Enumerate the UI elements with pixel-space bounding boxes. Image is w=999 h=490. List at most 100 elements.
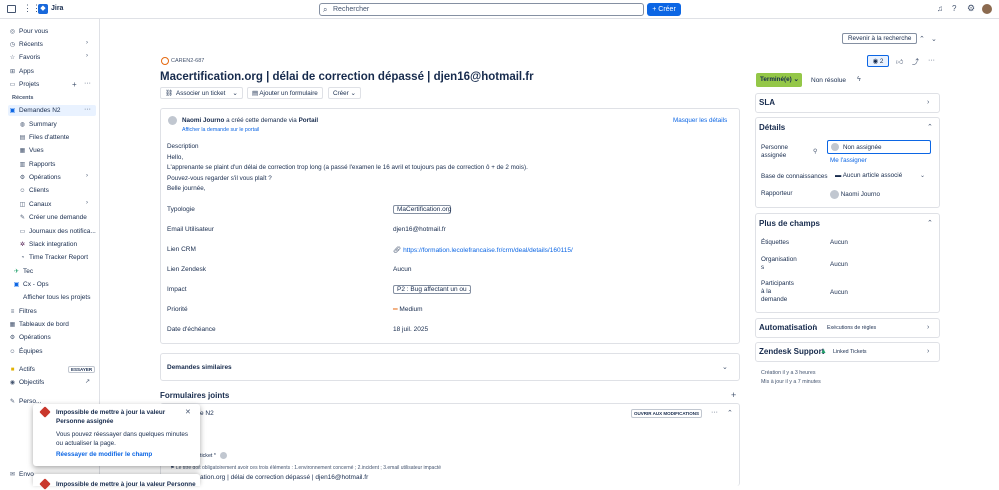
chevron-down-icon[interactable]: ⌄ bbox=[722, 363, 728, 371]
more-fields-title[interactable]: Plus de champs bbox=[759, 219, 820, 228]
kb-field[interactable]: ▬ Aucun article associé bbox=[835, 172, 902, 179]
create-button[interactable]: + Créer bbox=[647, 3, 681, 16]
sidebar-item-operations[interactable]: ⚙ Opérations bbox=[18, 172, 61, 183]
avatar[interactable] bbox=[982, 4, 992, 14]
sidebar-projects[interactable]: ▭ Projets bbox=[8, 79, 40, 90]
more-icon[interactable]: ··· bbox=[711, 409, 718, 416]
app-name[interactable]: Jira bbox=[51, 5, 63, 12]
participants-value[interactable]: Aucun bbox=[830, 289, 848, 296]
back-to-search-button[interactable]: Revenir à la recherche bbox=[842, 33, 918, 44]
watchers-button[interactable]: ◉ 2 bbox=[867, 55, 889, 67]
sidebar-teams[interactable]: ☺ Équipes bbox=[8, 346, 42, 357]
open-modifications-badge[interactable]: OUVRIR AUX MODIFICATIONS bbox=[631, 409, 702, 418]
sidebar-item-queues[interactable]: ▤ Files d'attente bbox=[18, 132, 70, 143]
add-form-button[interactable]: ▤ Ajouter un formulaire bbox=[247, 87, 323, 99]
sidebar-item-slack[interactable]: ✲ Slack integration bbox=[18, 239, 77, 250]
assignee-field[interactable]: Non assignée bbox=[827, 140, 931, 154]
create-menu-button[interactable]: Créer ⌄ bbox=[328, 87, 361, 99]
sidebar-toggle-icon[interactable] bbox=[7, 5, 16, 13]
field-value-priority[interactable]: ═ Medium bbox=[393, 306, 423, 313]
sidebar-project-cx-ops[interactable]: ▣ Cx - Ops bbox=[12, 279, 49, 290]
issue-key[interactable]: CAREN2-687 bbox=[171, 58, 204, 64]
field-value-zendesk[interactable]: Aucun bbox=[393, 266, 411, 273]
chevron-right-icon[interactable]: › bbox=[927, 324, 929, 331]
help-icon[interactable]: ? bbox=[952, 4, 956, 13]
field-value-typologie[interactable]: MaCertification.org bbox=[393, 205, 452, 214]
chevron-up-icon[interactable]: ⌃ bbox=[919, 35, 925, 43]
rules-executions-label: Exécutions de règles bbox=[827, 325, 877, 331]
organisations-value[interactable]: Aucun bbox=[830, 261, 848, 268]
chevron-up-icon[interactable]: ⌃ bbox=[927, 123, 933, 131]
field-value-due-date[interactable]: 18 juil. 2025 bbox=[393, 326, 428, 333]
settings-icon[interactable]: ⚙ bbox=[967, 3, 975, 14]
sidebar-operations[interactable]: ⚙ Opérations bbox=[8, 332, 51, 343]
dashboard-icon: ▦ bbox=[9, 322, 16, 328]
sidebar-item-create-request[interactable]: ✎ Créer une demande bbox=[18, 212, 87, 223]
view-on-portal-link[interactable]: Afficher la demande sur le portail bbox=[182, 127, 259, 133]
sidebar-dashboards[interactable]: ▦ Tableaux de bord bbox=[8, 319, 69, 330]
description-body[interactable]: Hello, L'apprenante se plaint d'un délai… bbox=[167, 153, 727, 194]
ticket-field-label: ticket * bbox=[200, 453, 216, 459]
chevron-up-icon[interactable]: ⌃ bbox=[927, 219, 933, 227]
try-badge[interactable]: ESSAYER bbox=[68, 366, 96, 373]
close-icon[interactable]: ✕ bbox=[185, 408, 191, 416]
project-more-icon[interactable]: ··· bbox=[84, 106, 91, 113]
status-dropdown[interactable]: Terminé(e) ⌄ bbox=[756, 73, 802, 87]
retry-edit-link[interactable]: Réessayer de modifier le champ bbox=[56, 451, 152, 458]
link-ticket-button[interactable]: ⛓ Associer un ticket ⌄ bbox=[160, 87, 243, 99]
error-icon bbox=[39, 478, 51, 490]
chevron-right-icon[interactable]: › bbox=[927, 348, 929, 355]
sidebar-item-channels[interactable]: ◫ Canaux bbox=[18, 199, 52, 210]
ticket-title-field[interactable]: ation.org | délai de correction dépassé … bbox=[200, 474, 368, 481]
sidebar-filters[interactable]: ≡ Filtres bbox=[8, 306, 37, 317]
share-icon[interactable]: ⤴ bbox=[912, 57, 919, 67]
thumbs-up-icon[interactable]: 👍︎ bbox=[896, 57, 903, 66]
labels-value[interactable]: Aucun bbox=[830, 239, 848, 246]
sidebar-project-demandes-n2[interactable]: ▣ Demandes N2 bbox=[8, 105, 96, 116]
sla-section[interactable] bbox=[755, 93, 940, 113]
reporter-field[interactable]: Naomi Journo bbox=[830, 190, 880, 199]
sidebar-project-tec[interactable]: ✈ Tec bbox=[12, 266, 33, 277]
sidebar-item-reports[interactable]: ▥ Rapports bbox=[18, 159, 56, 170]
sidebar-assets[interactable]: ■ Actifs bbox=[8, 364, 35, 375]
sidebar-all-projects[interactable]: Afficher tous les projets bbox=[23, 292, 90, 303]
add-form-icon[interactable]: + bbox=[731, 390, 736, 400]
sidebar-item-views[interactable]: ▦ Vues bbox=[18, 145, 44, 156]
chevron-down-icon[interactable]: ⌄ bbox=[931, 35, 937, 43]
add-project-icon[interactable]: + bbox=[72, 80, 77, 89]
chevron-right-icon[interactable]: › bbox=[927, 99, 929, 106]
more-actions-icon[interactable]: ··· bbox=[928, 57, 935, 64]
jira-logo[interactable]: ◆ bbox=[38, 4, 48, 14]
request-details-card bbox=[160, 108, 740, 344]
assign-to-me-link[interactable]: Me l'assigner bbox=[830, 157, 867, 164]
search-input[interactable]: ⌕ Rechercher bbox=[319, 3, 644, 16]
sidebar-apps[interactable]: ⊞ Apps bbox=[8, 66, 34, 77]
sidebar-item-time-tracker[interactable]: ◔ Time Tracker Report bbox=[18, 252, 88, 263]
sidebar-item-customers[interactable]: ☺ Clients bbox=[18, 185, 48, 196]
field-value-email[interactable]: djen16@hotmail.fr bbox=[393, 226, 446, 233]
sidebar-item-summary[interactable]: ◍ Summary bbox=[18, 119, 57, 130]
sidebar-recent[interactable]: ◷ Récents bbox=[8, 39, 43, 50]
chevron-right-icon[interactable]: › bbox=[86, 53, 991, 59]
field-value-impact[interactable]: P2 : Bug affectant un ou ... bbox=[393, 285, 471, 294]
external-link-icon[interactable]: ↗ bbox=[85, 378, 90, 385]
sidebar-goals[interactable]: ◉ Objectifs bbox=[8, 377, 44, 388]
issue-title[interactable]: Macertification.org | délai de correctio… bbox=[160, 71, 534, 83]
operations-icon: ⚙ bbox=[19, 175, 26, 181]
sidebar-favorites[interactable]: ☆ Favoris bbox=[8, 52, 41, 63]
issue-type-icon bbox=[161, 57, 169, 65]
details-title: Détails bbox=[759, 123, 786, 132]
hide-details-link[interactable]: Masquer les détails bbox=[673, 117, 727, 124]
sidebar-for-you[interactable]: ◎ Pour vous bbox=[8, 26, 48, 37]
crm-link[interactable]: 🔗︎ https://formation.lecolefrancaise.fr/… bbox=[393, 246, 573, 254]
sidebar-item-notification-logs[interactable]: ▭ Journaux des notifica... bbox=[18, 226, 96, 237]
chevron-up-icon[interactable]: ⌃ bbox=[727, 409, 733, 417]
resolution-label[interactable]: Non résolue bbox=[811, 77, 846, 84]
more-icon[interactable]: ··· bbox=[84, 80, 91, 87]
notifications-icon[interactable]: ♫ bbox=[937, 4, 943, 13]
pin-icon[interactable]: ⚲ bbox=[813, 148, 817, 155]
lightning-icon[interactable]: ϟ bbox=[857, 76, 861, 83]
similar-requests-section[interactable] bbox=[160, 353, 740, 381]
form-name[interactable]: e N2 bbox=[200, 410, 214, 417]
chevron-down-icon[interactable]: ⌄ bbox=[920, 172, 925, 179]
